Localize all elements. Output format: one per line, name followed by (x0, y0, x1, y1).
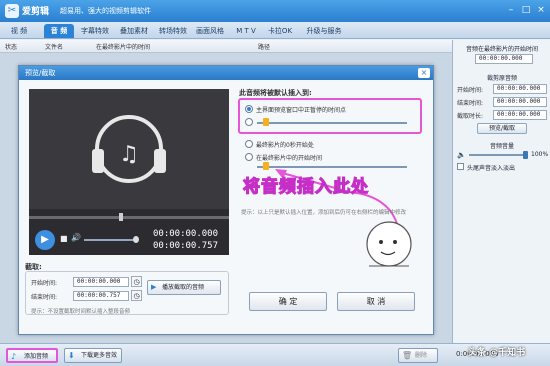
pick-start-time-icon[interactable]: ◷ (131, 276, 142, 287)
delete-button[interactable]: 🗑 删除 (398, 348, 438, 363)
rp-end-input[interactable]: 00:00:00.000 (493, 97, 547, 107)
col-time[interactable]: 在最终影片中的时间 (96, 42, 150, 51)
tab-video[interactable]: 视 频 (6, 24, 32, 38)
play-button[interactable]: ▶ (35, 230, 55, 250)
play-icon: ▶ (151, 283, 157, 291)
mute-icon[interactable]: 🔊 (71, 233, 81, 242)
player-volume-handle[interactable] (133, 236, 139, 243)
progress-bar (29, 216, 229, 219)
rp-volume-title: 音频音量 (489, 143, 514, 150)
rp-length-label: 截取时长: (457, 113, 484, 120)
total-time: 00:00:00.757 (153, 241, 219, 251)
volume-slider[interactable] (469, 154, 527, 156)
rp-start-input[interactable]: 00:00:00.000 (493, 84, 547, 94)
current-time: 00:00:00.000 (153, 229, 219, 239)
minimize-icon[interactable]: – (504, 4, 518, 16)
fade-label: 头尾声音淡入淡出 (467, 165, 516, 172)
app-name: 爱剪辑 (22, 7, 50, 17)
right-panel: 音频在最终影片的开始时间 00:00:00.000 裁剪原音频 开始时间: 00… (452, 40, 550, 343)
preview-clip-dialog: 预览/截取 × ♫ ▶ ■ 🔊 00:00:00.000 00:00:00.75… (18, 65, 434, 335)
stop-button[interactable]: ■ (60, 234, 68, 243)
title-bar: ✂ 爱剪辑 超易用、强大的视频剪辑软件 – □ × (0, 0, 550, 22)
play-clip-button[interactable]: ▶ 播放截取的音频 (147, 280, 221, 295)
download-label: 下载更多音效 (81, 352, 118, 359)
volume-slider-handle[interactable] (523, 151, 528, 159)
option1-slider-handle[interactable] (263, 118, 269, 126)
tab-upgrade[interactable]: 升级与服务 (302, 24, 346, 38)
svg-text:♫: ♫ (119, 142, 139, 167)
clip-hint: 提示：不设置截取时间默认插入整段音频 (31, 309, 131, 315)
option1-label: 主界面预览窗口中正暂停的时间点 (256, 107, 347, 114)
download-more-button[interactable]: ⬇ 下载更多音效 (64, 348, 122, 363)
tab-transition[interactable]: 转场特效 (156, 24, 190, 38)
add-audio-button[interactable]: ♪ 添加音频 (6, 348, 58, 363)
app-slogan: 超易用、强大的视频剪辑软件 (60, 7, 151, 15)
option1-slider[interactable] (257, 122, 407, 124)
progress-handle (119, 213, 123, 221)
insert-hint: 提示：以上只是默认插入位置，添加到后仍可在右侧栏的编辑中修改 (241, 210, 407, 216)
rp-start-label: 开始时间: (457, 87, 484, 94)
rp-clip-title: 裁剪原音频 (486, 75, 517, 82)
overlay-instruction: 将音频插入此处 (242, 176, 369, 197)
audio-player: ♫ ▶ ■ 🔊 00:00:00.000 00:00:00.757 (29, 89, 229, 255)
preview-clip-button[interactable]: 预览/截取 (477, 123, 527, 134)
tab-mtv[interactable]: M T V (233, 24, 259, 38)
main-tabs: 视 频 音 频 字幕特效 叠加素材 转场特效 画面风格 M T V 卡拉OK 升… (0, 22, 550, 39)
close-icon[interactable]: × (534, 4, 548, 16)
player-volume-slider[interactable] (84, 239, 136, 241)
col-status[interactable]: 状态 (5, 42, 17, 51)
rp-start-time-input[interactable]: 00:00:00.000 (475, 54, 533, 64)
cartoon-character-icon (366, 221, 412, 267)
insert-title: 此音频将被默认插入到: (239, 89, 312, 97)
cancel-button[interactable]: 取 消 (337, 292, 415, 311)
clip-start-label: 开始时间: (31, 280, 58, 287)
file-list-header: 状态 文件名 在最终影片中的时间 路径 (0, 40, 452, 53)
rp-length-input[interactable]: 00:00:00.000 (493, 110, 547, 120)
add-audio-icon: ♪ (11, 352, 17, 361)
radio-option1[interactable] (245, 105, 253, 113)
col-path[interactable]: 路径 (258, 42, 270, 51)
dialog-title: 预览/截取 (19, 66, 433, 80)
pick-end-time-icon[interactable]: ◷ (131, 290, 142, 301)
volume-value: 100% (531, 151, 549, 158)
bottom-bar: ♪ 添加音频 ⬇ 下载更多音效 🗑 删除 0:00:00.000 头条 @千知书 (0, 343, 550, 366)
app-logo-icon: ✂ (5, 4, 19, 18)
tab-karaoke[interactable]: 卡拉OK (264, 24, 296, 38)
download-icon: ⬇ (68, 351, 75, 360)
rp-end-label: 结束时间: (457, 100, 484, 107)
tab-subtitle[interactable]: 字幕特效 (78, 24, 112, 38)
ok-button[interactable]: 确 定 (249, 292, 327, 311)
watermark: 头条 @千知书 (468, 348, 526, 358)
trash-icon: 🗑 (402, 351, 413, 360)
clip-end-input[interactable]: 00:00:00.757 (73, 291, 129, 301)
col-filename[interactable]: 文件名 (45, 42, 63, 51)
dialog-close-icon[interactable]: × (418, 68, 430, 78)
speaker-icon: 🔈 (457, 151, 466, 159)
delete-label: 删除 (415, 352, 428, 359)
radio-option1-slider-icon (245, 118, 253, 126)
add-audio-label: 添加音频 (24, 353, 49, 360)
rp-start-title: 音频在最终影片的开始时间 (465, 46, 538, 53)
tab-overlay[interactable]: 叠加素材 (116, 24, 152, 38)
fade-checkbox[interactable] (457, 163, 464, 170)
clip-end-label: 结束时间: (31, 294, 58, 301)
play-clip-label: 播放截取的音频 (162, 284, 205, 291)
maximize-icon[interactable]: □ (519, 4, 533, 16)
tab-audio[interactable]: 音 频 (44, 24, 74, 38)
clip-start-input[interactable]: 00:00:00.000 (73, 277, 129, 287)
tab-style[interactable]: 画面风格 (193, 24, 227, 38)
